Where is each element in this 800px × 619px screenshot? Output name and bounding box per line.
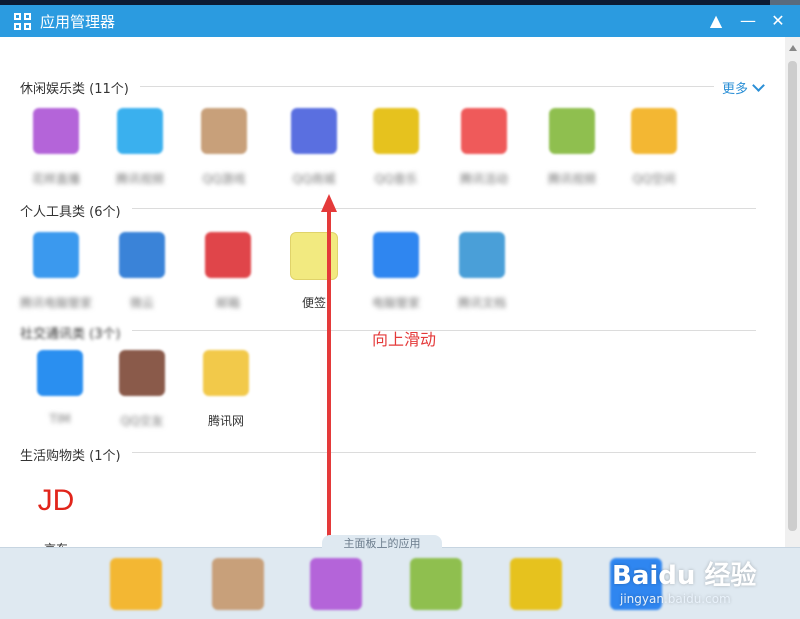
section-title-tools: 个人工具类 (6个) [20, 205, 121, 220]
shield-app-icon[interactable] [373, 232, 419, 278]
minimize-button[interactable]: — [738, 11, 758, 31]
app-tile[interactable]: QQ空间 [616, 108, 692, 188]
dock-label: 主面板上的应用 [322, 535, 442, 550]
more-link[interactable]: 更多 [722, 78, 765, 97]
app-name: TIM [49, 412, 71, 426]
app-tile[interactable]: 微云 [104, 232, 180, 312]
app-tile[interactable]: 腾讯网 [188, 350, 264, 430]
dock-app-5-icon[interactable] [510, 558, 562, 610]
app-tile[interactable]: 花样直播 [18, 108, 94, 188]
space-app-icon[interactable] [631, 108, 677, 154]
app-name: 腾讯活动 [459, 172, 508, 186]
flower-app-icon[interactable] [33, 108, 79, 154]
skin-icon[interactable]: ▲ [706, 11, 726, 31]
dock-app-3-icon[interactable] [310, 558, 362, 610]
section-title-shopping: 生活购物类 (1个) [20, 449, 121, 464]
app-tile[interactable]: 电脑管家 [358, 232, 434, 312]
dock-app-2-icon[interactable] [212, 558, 264, 610]
divider [132, 208, 756, 209]
app-name: 腾讯网 [207, 414, 244, 428]
window-title: 应用管理器 [40, 13, 116, 31]
news-app-icon[interactable] [203, 350, 249, 396]
app-name: QQ音乐 [374, 172, 418, 186]
tv-app-icon[interactable] [549, 108, 595, 154]
title-bar: 应用管理器 ▲ — ✕ [0, 5, 800, 37]
app-tile[interactable]: QQ游戏 [186, 108, 262, 188]
app-tile[interactable]: 腾讯活动 [446, 108, 522, 188]
scroll-up-icon[interactable] [789, 45, 797, 51]
manager-app-icon[interactable] [33, 232, 79, 278]
mall-app-icon[interactable] [291, 108, 337, 154]
close-button[interactable]: ✕ [768, 11, 788, 31]
app-tile[interactable]: JD 京东 [18, 478, 94, 558]
watermark-url: jingyan.baidu.com [620, 592, 731, 606]
swipe-up-annotation: 向上滑动 [372, 330, 437, 349]
docs-app-icon[interactable] [459, 232, 505, 278]
app-name: 腾讯视频 [115, 172, 164, 186]
app-name: 电脑管家 [371, 296, 420, 310]
app-tile[interactable]: QQ交友 [104, 350, 180, 430]
app-name: QQ交友 [120, 414, 164, 428]
app-tile[interactable]: QQ商城 [276, 108, 352, 188]
app-tile[interactable]: 腾讯视频 [534, 108, 610, 188]
app-name: 花样直播 [31, 172, 80, 186]
scrollbar[interactable] [785, 37, 800, 547]
divider [140, 86, 714, 87]
app-name: QQ空间 [632, 172, 676, 186]
divider [132, 330, 756, 331]
app-tile[interactable]: 便签 [276, 232, 352, 312]
music-app-icon[interactable] [373, 108, 419, 154]
section-title-leisure: 休闲娱乐类 (11个) [20, 82, 129, 97]
app-tile[interactable]: TIM [22, 350, 98, 430]
app-grid-icon [14, 13, 32, 31]
mail-app-icon[interactable] [205, 232, 251, 278]
dock-app-4-icon[interactable] [410, 558, 462, 610]
app-name: 微云 [129, 296, 154, 310]
baidu-watermark: Baidu 经验 jingyan.baidu.com [612, 555, 756, 606]
app-name: 腾讯视频 [547, 172, 596, 186]
arrow-shaft [327, 210, 331, 550]
watermark-main: Baidu 经验 [612, 561, 757, 591]
dock-app-1-icon[interactable] [110, 558, 162, 610]
app-name: 邮箱 [215, 296, 240, 310]
event-app-icon[interactable] [461, 108, 507, 154]
app-name: 腾讯电脑管家 [19, 296, 92, 310]
friends-app-icon[interactable] [119, 350, 165, 396]
section-title-social: 社交通讯类 (3个) [20, 327, 121, 342]
tim-app-icon[interactable] [37, 350, 83, 396]
scrollbar-thumb[interactable] [788, 61, 797, 531]
app-tile[interactable]: 腾讯电脑管家 [18, 232, 94, 312]
app-tile[interactable]: QQ音乐 [358, 108, 434, 188]
chevron-down-icon[interactable] [752, 79, 765, 92]
app-name: QQ游戏 [202, 172, 246, 186]
jd-app-icon[interactable]: JD [33, 478, 79, 524]
app-name: 便签 [301, 296, 326, 310]
app-tile[interactable]: 腾讯视频 [102, 108, 178, 188]
cloud-app-icon[interactable] [119, 232, 165, 278]
game-app-icon[interactable] [201, 108, 247, 154]
divider [132, 452, 756, 453]
video-app-icon[interactable] [117, 108, 163, 154]
app-name: 腾讯文档 [457, 296, 506, 310]
app-tile[interactable]: 腾讯文档 [444, 232, 520, 312]
app-name: QQ商城 [292, 172, 336, 186]
app-tile[interactable]: 邮箱 [190, 232, 266, 312]
